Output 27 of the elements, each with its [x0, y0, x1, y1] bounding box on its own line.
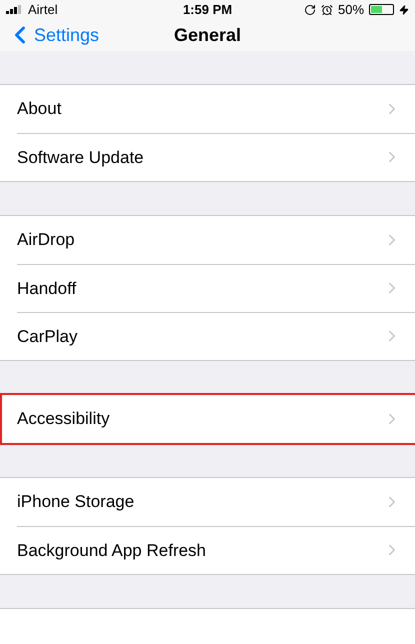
row-label: CarPlay: [17, 326, 78, 348]
settings-row[interactable]: About: [17, 84, 415, 133]
row-label: Handoff: [17, 278, 78, 300]
settings-row[interactable]: [0, 608, 415, 644]
row-label: Accessibility: [17, 408, 111, 430]
back-button[interactable]: Settings: [0, 21, 100, 50]
row-label: iPhone Storage: [17, 491, 136, 514]
signal-icon: [6, 5, 23, 14]
clock: 1:59 PM: [182, 1, 232, 19]
battery-percent: 50%: [338, 1, 364, 19]
row-label: Software Update: [17, 146, 145, 169]
battery-icon: [369, 4, 394, 16]
page-title: General: [174, 24, 242, 47]
rotation-lock-icon: [304, 4, 316, 16]
settings-row[interactable]: Software Update: [17, 132, 415, 181]
charging-icon: [399, 4, 410, 15]
alarm-icon: [320, 4, 333, 16]
settings-row[interactable]: CarPlay: [17, 312, 415, 360]
settings-row[interactable]: Background App Refresh: [17, 526, 415, 574]
carrier: Airtel: [28, 1, 58, 19]
settings-row[interactable]: Handoff: [17, 264, 415, 312]
settings-row[interactable]: iPhone Storage: [17, 478, 415, 526]
row-label: About: [17, 98, 62, 120]
settings-row[interactable]: AirDrop: [17, 216, 415, 264]
settings-row[interactable]: Accessibility: [2, 394, 415, 443]
row-label: AirDrop: [17, 229, 76, 252]
row-label: Background App Refresh: [17, 540, 208, 562]
